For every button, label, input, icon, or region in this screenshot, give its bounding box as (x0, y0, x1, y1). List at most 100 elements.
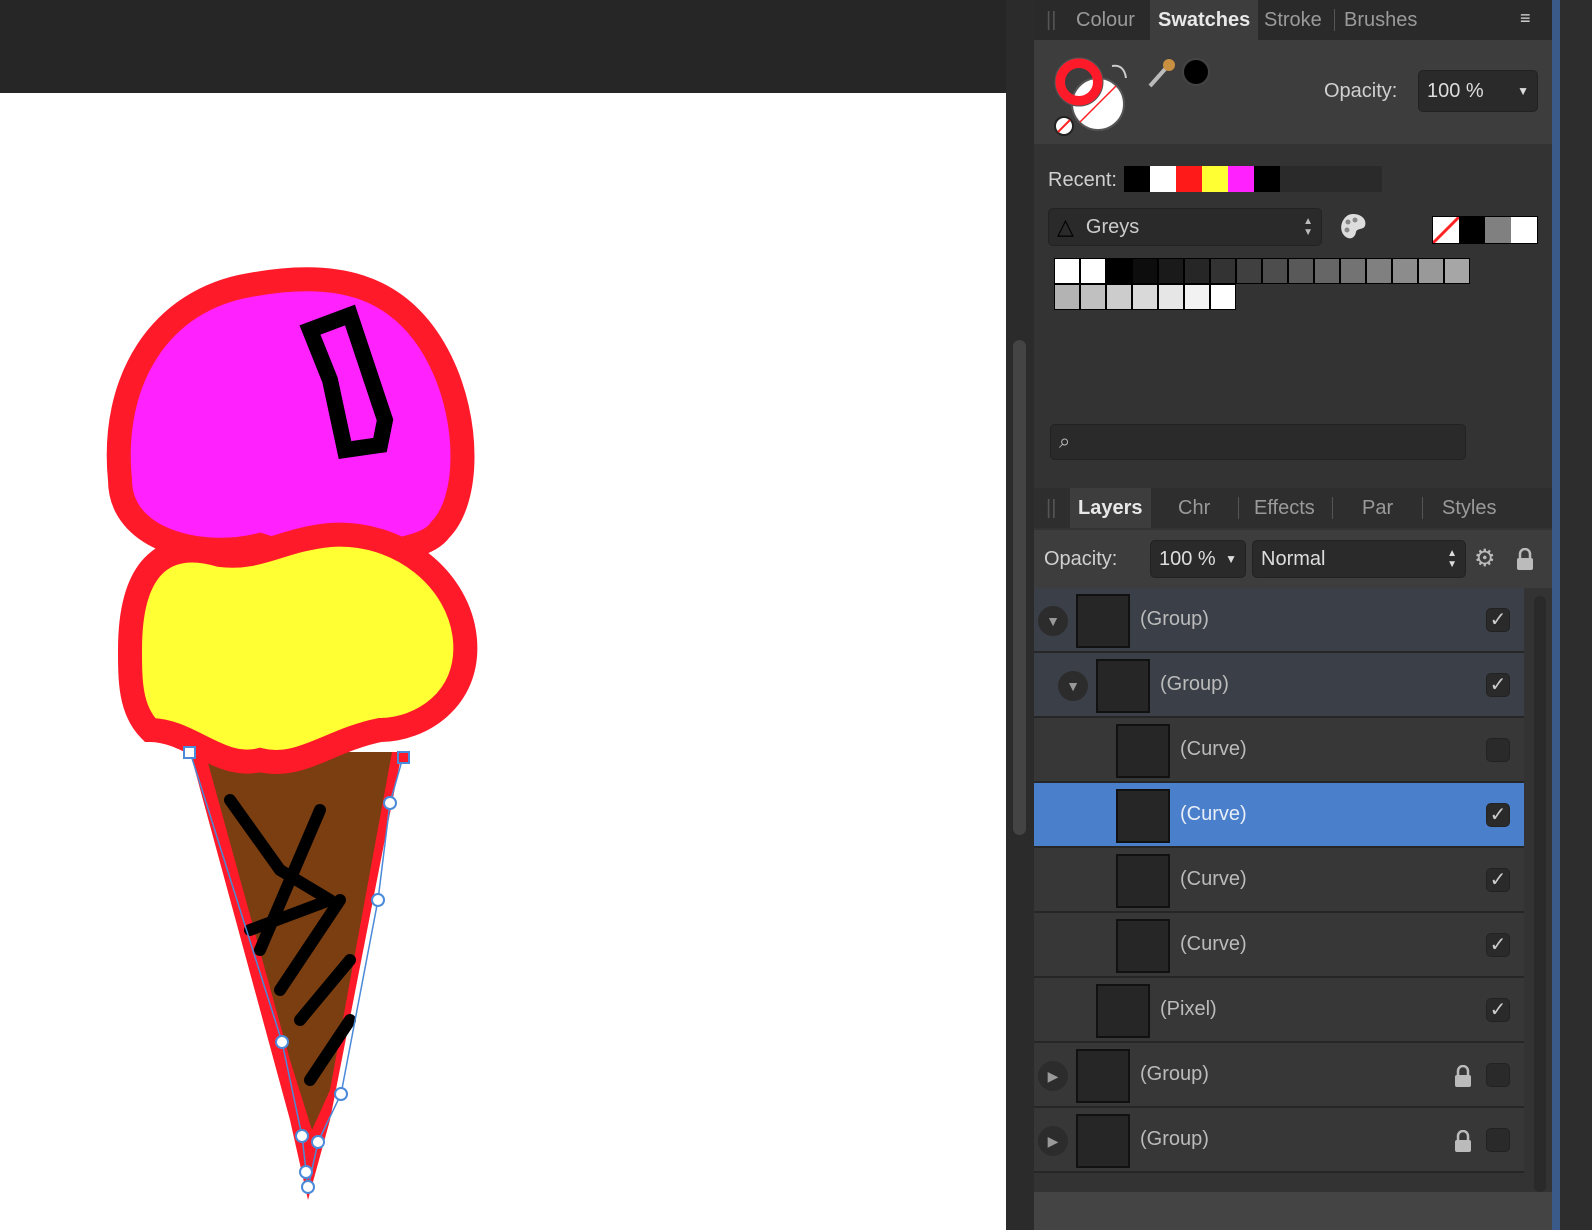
layer-row[interactable]: ▼ (Group) ✓ (1034, 653, 1524, 718)
recent-swatch[interactable] (1228, 166, 1254, 192)
tab-swatches[interactable]: Swatches (1150, 0, 1259, 40)
expand-arrow-icon[interactable]: ▶ (1038, 1126, 1068, 1156)
recent-swatch[interactable] (1124, 166, 1150, 192)
layer-lock-icon[interactable] (1454, 1064, 1472, 1087)
recent-swatch[interactable] (1254, 166, 1280, 192)
layer-row[interactable]: ▶ (Group) (1034, 1108, 1524, 1173)
grey-swatch[interactable] (1054, 258, 1080, 284)
eyedropper-icon[interactable] (1146, 56, 1176, 90)
tab-par[interactable]: Par (1354, 488, 1401, 528)
grey-swatch[interactable] (1392, 258, 1418, 284)
layer-row[interactable]: (Curve) ✓ (1034, 783, 1524, 848)
layer-row[interactable]: (Curve) ✓ (1034, 913, 1524, 978)
layer-row[interactable]: (Pixel) ✓ (1034, 978, 1524, 1043)
grey-swatch[interactable] (1418, 258, 1444, 284)
grey-swatch[interactable] (1158, 284, 1184, 310)
opacity-dropdown[interactable]: 100 % ▼ (1418, 70, 1538, 112)
collapse-arrow-icon[interactable]: ▼ (1038, 606, 1068, 636)
grey-swatch[interactable] (1184, 284, 1210, 310)
quick-colours (1432, 216, 1538, 244)
layer-opacity-label: Opacity: (1044, 548, 1118, 570)
opacity-value: 100 % (1427, 79, 1484, 102)
canvas-top-bar (0, 0, 1006, 93)
layer-thumbnail (1076, 594, 1130, 648)
recent-swatch[interactable] (1202, 166, 1228, 192)
layer-visibility-checkbox[interactable]: ✓ (1486, 933, 1510, 957)
grey-swatch[interactable] (1132, 284, 1158, 310)
layer-row[interactable]: ▼ (Group) ✓ (1034, 588, 1524, 653)
canvas-scrollbar[interactable] (1013, 340, 1026, 835)
ice-cream-artwork (106, 267, 478, 1200)
layer-visibility-checkbox[interactable]: ✓ (1486, 998, 1510, 1022)
tab-effects[interactable]: Effects (1246, 488, 1323, 528)
layer-opacity-dropdown[interactable]: 100 % ▼ (1150, 540, 1246, 578)
grey-swatch[interactable] (1236, 258, 1262, 284)
grey-swatch[interactable] (1158, 258, 1184, 284)
tab-styles[interactable]: Styles (1434, 488, 1504, 528)
layers-scrollbar[interactable] (1534, 596, 1546, 1192)
layers-list: ▼ (Group) ✓ ▼ (Group) ✓ (Curve) (Curve) ✓ (Curve)… (1034, 588, 1524, 1192)
layer-thumbnail (1096, 659, 1150, 713)
grey-swatch[interactable] (1314, 258, 1340, 284)
grey-swatch[interactable] (1106, 284, 1132, 310)
recent-swatch[interactable] (1176, 166, 1202, 192)
grey-swatch[interactable] (1080, 284, 1106, 310)
grip-icon[interactable]: || (1046, 0, 1056, 40)
swatch-search-input[interactable]: ⌕ (1050, 424, 1466, 460)
grey-swatch[interactable] (1080, 258, 1106, 284)
grey-swatch[interactable] (1132, 258, 1158, 284)
layer-name: (Group) (1140, 1063, 1209, 1085)
layer-visibility-checkbox[interactable] (1486, 738, 1510, 762)
layer-name: (Group) (1140, 1128, 1209, 1150)
grip-icon[interactable]: || (1046, 488, 1056, 528)
layer-visibility-checkbox[interactable]: ✓ (1486, 868, 1510, 892)
layer-visibility-checkbox[interactable] (1486, 1128, 1510, 1152)
layer-visibility-checkbox[interactable]: ✓ (1486, 803, 1510, 827)
picked-colour-swatch[interactable] (1182, 58, 1210, 86)
layer-name: (Curve) (1180, 803, 1247, 825)
document-canvas[interactable] (0, 0, 1006, 1230)
grey-swatch[interactable] (1340, 258, 1366, 284)
tab-chr[interactable]: Chr (1170, 488, 1218, 528)
layer-row[interactable]: (Curve) (1034, 718, 1524, 783)
palette-menu-icon[interactable] (1338, 212, 1368, 242)
layer-thumbnail (1116, 724, 1170, 778)
gear-icon[interactable]: ⚙ (1474, 544, 1496, 573)
layer-thumbnail (1116, 854, 1170, 908)
tab-brushes[interactable]: Brushes (1336, 0, 1425, 40)
grey-swatch[interactable] (1288, 258, 1314, 284)
fill-stroke-selector[interactable] (1050, 50, 1150, 145)
layer-name: (Pixel) (1160, 998, 1217, 1020)
swatches-tab-bar: || Colour Swatches Stroke Brushes ≡ (1034, 0, 1552, 40)
layer-lock-icon[interactable] (1454, 1129, 1472, 1152)
layer-visibility-checkbox[interactable] (1486, 1063, 1510, 1087)
grey-swatch[interactable] (1444, 258, 1470, 284)
layer-controls: Opacity: 100 % ▼ Normal ▲ ▼ ⚙ (1034, 530, 1552, 588)
right-panel: || Colour Swatches Stroke Brushes ≡ Opac… (1034, 0, 1552, 1230)
tab-layers[interactable]: Layers (1070, 488, 1151, 528)
no-colour-swatch[interactable] (1433, 217, 1459, 243)
grey-swatch[interactable] (1210, 258, 1236, 284)
grey-swatch[interactable] (1106, 258, 1132, 284)
palette-dropdown[interactable]: △ Greys ▲ ▼ (1048, 208, 1322, 246)
panel-menu-icon[interactable]: ≡ (1520, 8, 1531, 29)
tab-colour[interactable]: Colour (1068, 0, 1143, 40)
grey-swatch[interactable] (1054, 284, 1080, 310)
layer-visibility-checkbox[interactable]: ✓ (1486, 608, 1510, 632)
grey-swatch[interactable] (1210, 284, 1236, 310)
collapse-arrow-icon[interactable]: ▼ (1058, 671, 1088, 701)
expand-arrow-icon[interactable]: ▶ (1038, 1061, 1068, 1091)
recent-swatch[interactable] (1150, 166, 1176, 192)
grey-swatch[interactable] (1184, 258, 1210, 284)
quick-swatch[interactable] (1485, 217, 1511, 243)
quick-swatch[interactable] (1459, 217, 1485, 243)
blend-mode-dropdown[interactable]: Normal ▲ ▼ (1252, 540, 1466, 578)
layer-row[interactable]: (Curve) ✓ (1034, 848, 1524, 913)
tab-stroke[interactable]: Stroke (1256, 0, 1330, 40)
layer-visibility-checkbox[interactable]: ✓ (1486, 673, 1510, 697)
grey-swatch[interactable] (1366, 258, 1392, 284)
lock-icon[interactable] (1516, 548, 1534, 570)
grey-swatch[interactable] (1262, 258, 1288, 284)
quick-swatch[interactable] (1511, 217, 1537, 243)
layer-row[interactable]: ▶ (Group) (1034, 1043, 1524, 1108)
